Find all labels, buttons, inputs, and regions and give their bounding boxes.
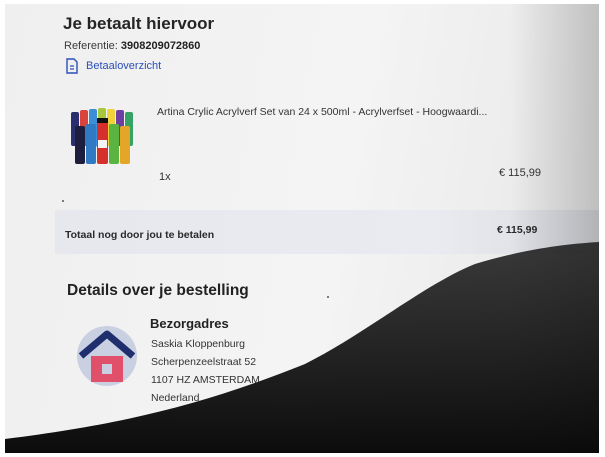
- address-name: Saskia Kloppenburg: [151, 338, 245, 350]
- payment-section-title: Je betaalt hiervoor: [63, 14, 215, 33]
- total-value: € 115,99: [497, 224, 538, 236]
- total-label: Totaal nog door jou te betalen: [65, 229, 215, 241]
- photo-frame: Je betaalt hiervoor Referentie: 39082090…: [5, 4, 599, 453]
- address-city: 1107 HZ AMSTERDAM: [151, 374, 260, 386]
- product-quantity: 1x: [159, 171, 171, 183]
- details-section-title: Details over je bestelling: [67, 282, 249, 299]
- address-heading: Bezorgadres: [150, 316, 229, 331]
- address-street: Scherpenzeelstraat 52: [151, 356, 257, 368]
- dust-speck: [62, 200, 64, 202]
- product-title[interactable]: Artina Crylic Acrylverf Set van 24 x 500…: [157, 106, 537, 118]
- dust-speck: [327, 296, 329, 298]
- address-country: Nederland: [151, 392, 200, 404]
- document-icon: [66, 58, 78, 74]
- reference-label: Referentie:: [64, 40, 118, 52]
- payment-overview-label: Betaaloverzicht: [86, 60, 162, 72]
- order-screen: Je betaalt hiervoor Referentie: 39082090…: [5, 4, 599, 453]
- reference-line: Referentie: 3908209072860: [64, 40, 200, 52]
- paint-bottles-image[interactable]: [69, 104, 141, 168]
- payment-overview-link[interactable]: Betaaloverzicht: [65, 58, 161, 74]
- product-price: € 115,99: [499, 167, 542, 179]
- reference-value: 3908209072860: [120, 40, 201, 52]
- house-icon: [77, 326, 137, 386]
